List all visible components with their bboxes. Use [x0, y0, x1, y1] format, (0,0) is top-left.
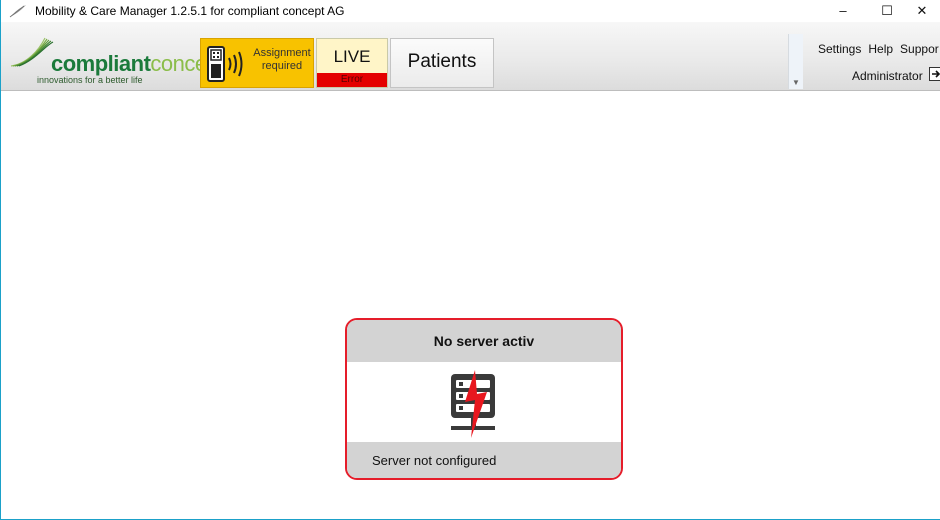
toolbar: compliantconcept innovations for a bette…	[1, 22, 940, 91]
top-menu: Settings Help Suppor	[818, 42, 940, 56]
window-title: Mobility & Care Manager 1.2.5.1 for comp…	[35, 4, 345, 18]
dialog-title: No server activ	[347, 320, 621, 362]
assignment-label: Assignment required	[253, 47, 311, 72]
menu-settings[interactable]: Settings	[818, 42, 861, 56]
menu-support[interactable]: Suppor	[900, 42, 939, 56]
logout-button[interactable]	[929, 67, 940, 81]
logout-icon	[932, 70, 940, 78]
logo-wordmark: compliantconcept	[51, 51, 224, 76]
dialog-footer: Server not configured	[347, 442, 621, 478]
user-name: Administrator	[852, 69, 923, 83]
close-button[interactable]: ✕	[900, 0, 940, 22]
patients-tile[interactable]: Patients	[390, 38, 494, 88]
server-error-icon	[451, 370, 495, 438]
app-feather-icon	[9, 5, 26, 18]
title-bar: Mobility & Care Manager 1.2.5.1 for comp…	[1, 0, 940, 22]
menu-help[interactable]: Help	[868, 42, 893, 56]
minimize-button[interactable]: –	[821, 0, 865, 22]
no-server-dialog: No server activ Server not configured	[345, 318, 623, 480]
toolbar-overflow-strip[interactable]: ▼	[788, 34, 803, 89]
device-wireless-icon	[207, 46, 243, 82]
live-error-status: Error	[317, 73, 387, 87]
overflow-chevron-icon: ▼	[792, 78, 800, 87]
app-window: Mobility & Care Manager 1.2.5.1 for comp…	[0, 0, 940, 520]
company-logo: compliantconcept innovations for a bette…	[9, 36, 224, 92]
logo-tagline: innovations for a better life	[37, 75, 143, 85]
assignment-required-tile[interactable]: Assignment required	[200, 38, 314, 88]
live-tile[interactable]: LIVE Error	[316, 38, 388, 88]
live-label: LIVE	[333, 47, 371, 66]
server-status-text: Server not configured	[372, 453, 497, 468]
patients-label: Patients	[407, 51, 477, 72]
